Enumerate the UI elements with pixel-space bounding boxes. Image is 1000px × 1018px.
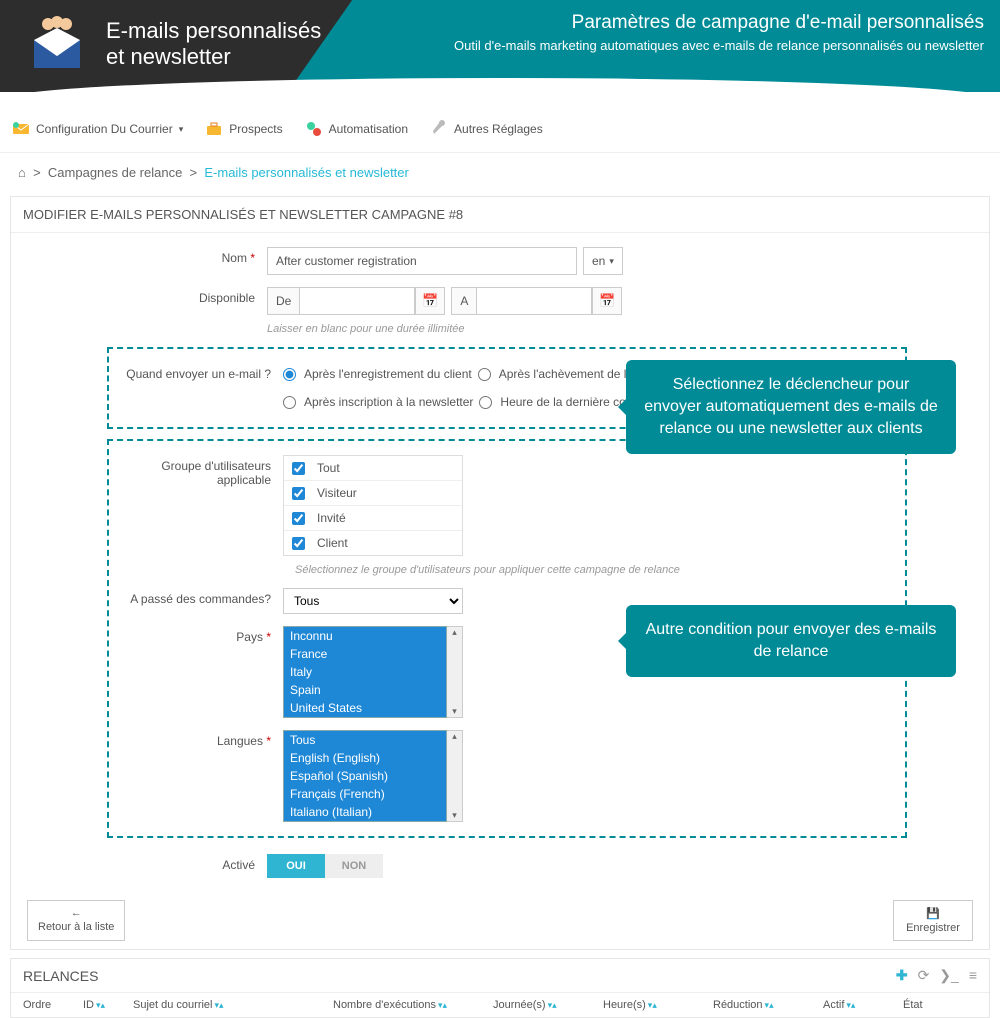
callout-trigger: Sélectionnez le déclencheur pour envoyer… bbox=[626, 360, 956, 454]
hero-title: E-mails personnaliséset newsletter bbox=[106, 18, 321, 70]
radio-newsletter-signup[interactable]: Après inscription à la newsletter bbox=[283, 391, 473, 413]
refresh-icon[interactable]: ⟳ bbox=[918, 967, 930, 984]
languages-multiselect[interactable]: TousEnglish (English)Español (Spanish)Fr… bbox=[283, 730, 463, 822]
col-discount[interactable]: Réduction▾▴ bbox=[713, 999, 823, 1011]
save-button[interactable]: 💾 Enregistrer bbox=[893, 900, 973, 941]
col-hours[interactable]: Heure(s)▾▴ bbox=[603, 999, 713, 1011]
gears-icon bbox=[305, 120, 323, 138]
col-order[interactable]: Ordre bbox=[23, 999, 83, 1011]
available-help: Laisser en blanc pour une durée illimité… bbox=[267, 321, 973, 341]
active-label: Activé bbox=[27, 854, 267, 872]
group-customer[interactable]: Client bbox=[284, 531, 462, 555]
language-selector[interactable]: en▾ bbox=[583, 247, 623, 275]
group-visitor[interactable]: Visiteur bbox=[284, 481, 462, 506]
col-state[interactable]: État bbox=[903, 999, 963, 1011]
col-subject[interactable]: Sujet du courriel▾▴ bbox=[133, 999, 333, 1011]
app-icon bbox=[28, 14, 86, 72]
hero-banner: E-mails personnaliséset newsletter Param… bbox=[0, 0, 1000, 92]
edit-panel: MODIFIER E-MAILS PERSONNALISÉS ET NEWSLE… bbox=[10, 196, 990, 950]
hero-subtitle: Paramètres de campagne d'e-mail personna… bbox=[454, 12, 984, 53]
relances-title: RELANCES bbox=[23, 968, 98, 984]
col-id[interactable]: ID▾▴ bbox=[83, 999, 133, 1011]
languages-label: Langues bbox=[217, 734, 263, 748]
wrench-icon bbox=[430, 120, 448, 138]
chevron-down-icon: ▾ bbox=[179, 124, 184, 135]
radio-after-registration[interactable]: Après l'enregistrement du client bbox=[283, 363, 472, 385]
placed-orders-label: A passé des commandes? bbox=[109, 588, 283, 606]
top-tabs: Configuration Du Courrier▾ Prospects Aut… bbox=[0, 106, 1000, 153]
scrollbar[interactable]: ▴▾ bbox=[447, 626, 463, 718]
briefcase-icon bbox=[205, 120, 223, 138]
arrow-left-icon: ← bbox=[71, 907, 82, 919]
group-all[interactable]: Tout bbox=[284, 456, 462, 481]
breadcrumb-level-1[interactable]: Campagnes de relance bbox=[48, 165, 182, 180]
mail-icon bbox=[12, 120, 30, 138]
add-icon[interactable]: ✚ bbox=[896, 967, 908, 984]
name-input[interactable] bbox=[267, 247, 577, 275]
col-active[interactable]: Actif▾▴ bbox=[823, 999, 903, 1011]
back-button[interactable]: ← Retour à la liste bbox=[27, 900, 125, 941]
group-guest[interactable]: Invité bbox=[284, 506, 462, 531]
user-group-label: Groupe d'utilisateurs applicable bbox=[109, 455, 283, 487]
calendar-icon[interactable]: 📅 bbox=[592, 287, 622, 315]
available-label: Disponible bbox=[27, 287, 267, 305]
from-label: De bbox=[267, 287, 299, 315]
country-multiselect[interactable]: InconnuFranceItalySpainUnited States ▴▾ bbox=[283, 626, 463, 718]
save-icon: 💾 bbox=[926, 907, 940, 920]
date-to-input[interactable] bbox=[476, 287, 592, 315]
relances-panel: RELANCES ✚ ⟳ ❯_ ≡ Ordre ID▾▴ Sujet du co… bbox=[10, 958, 990, 1018]
active-toggle[interactable]: OUINON bbox=[267, 854, 383, 878]
terminal-icon[interactable]: ❯_ bbox=[939, 967, 959, 984]
user-group-help: Sélectionnez le groupe d'utilisateurs po… bbox=[295, 562, 905, 582]
country-label: Pays bbox=[236, 630, 263, 644]
date-from-input[interactable] bbox=[299, 287, 415, 315]
breadcrumb: ⌂ > Campagnes de relance > E-mails perso… bbox=[0, 153, 1000, 192]
when-send-label: Quand envoyer un e-mail ? bbox=[109, 363, 283, 381]
to-label: A bbox=[451, 287, 476, 315]
calendar-icon[interactable]: 📅 bbox=[415, 287, 445, 315]
col-days[interactable]: Journée(s)▾▴ bbox=[493, 999, 603, 1011]
tab-prospects[interactable]: Prospects bbox=[205, 120, 282, 138]
callout-condition: Autre condition pour envoyer des e-mails… bbox=[626, 605, 956, 677]
breadcrumb-current[interactable]: E-mails personnalisés et newsletter bbox=[204, 165, 408, 180]
home-icon[interactable]: ⌂ bbox=[18, 165, 26, 180]
relances-header: Ordre ID▾▴ Sujet du courriel▾▴ Nombre d'… bbox=[11, 992, 989, 1017]
tab-mail-config[interactable]: Configuration Du Courrier▾ bbox=[12, 120, 183, 138]
database-icon[interactable]: ≡ bbox=[969, 967, 977, 984]
user-group-checklist: Tout Visiteur Invité Client bbox=[283, 455, 463, 556]
panel-heading: MODIFIER E-MAILS PERSONNALISÉS ET NEWSLE… bbox=[11, 197, 989, 233]
tab-automation[interactable]: Automatisation bbox=[305, 120, 408, 138]
tab-other-settings[interactable]: Autres Réglages bbox=[430, 120, 543, 138]
scrollbar[interactable]: ▴▾ bbox=[447, 730, 463, 822]
col-executions[interactable]: Nombre d'exécutions▾▴ bbox=[333, 999, 493, 1011]
name-label: Nom bbox=[222, 251, 247, 265]
placed-orders-select[interactable]: Tous bbox=[283, 588, 463, 614]
